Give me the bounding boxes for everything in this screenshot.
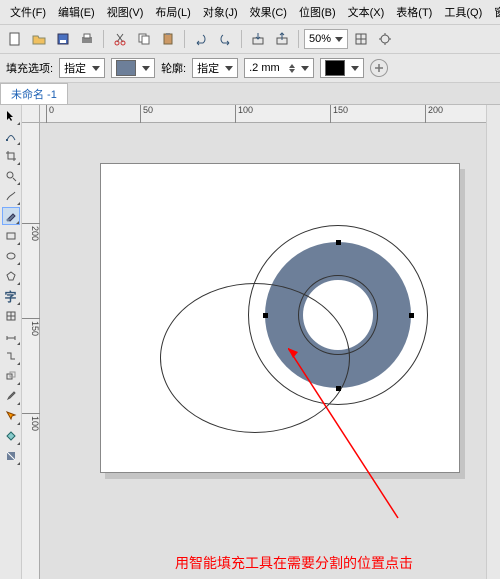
ellipse-tool[interactable] bbox=[2, 247, 20, 265]
toolbox: 字 bbox=[0, 105, 22, 579]
zoom-level[interactable]: 50% bbox=[304, 29, 348, 49]
cut-button[interactable] bbox=[109, 28, 131, 50]
outline-color-picker[interactable] bbox=[320, 58, 364, 78]
zoom-tool[interactable] bbox=[2, 167, 20, 185]
drawing-area[interactable]: 用智能填充工具在需要分割的位置点击 bbox=[40, 123, 486, 579]
eyedropper-tool[interactable] bbox=[2, 387, 20, 405]
outline-width-value: .2 mm bbox=[249, 62, 283, 74]
menu-effects[interactable]: 效果(C) bbox=[244, 2, 293, 22]
annotation-arrow bbox=[288, 348, 418, 528]
dimension-tool[interactable] bbox=[2, 327, 20, 345]
menu-view[interactable]: 视图(V) bbox=[101, 2, 150, 22]
ruler-tick: 50 bbox=[140, 105, 153, 123]
ruler-tick: 200 bbox=[425, 105, 443, 123]
interactive-fill-tool[interactable] bbox=[2, 447, 20, 465]
separator bbox=[241, 30, 242, 48]
new-button[interactable] bbox=[4, 28, 26, 50]
undo-button[interactable] bbox=[190, 28, 212, 50]
separator bbox=[298, 30, 299, 48]
redo-button[interactable] bbox=[214, 28, 236, 50]
fill-mode-dropdown[interactable]: 指定 bbox=[59, 58, 105, 78]
horizontal-ruler[interactable]: 0 50 100 150 200 250 bbox=[40, 105, 486, 123]
separator bbox=[103, 30, 104, 48]
spinner-icon bbox=[289, 64, 295, 73]
menu-window[interactable]: 窗口(W) bbox=[488, 2, 500, 22]
outline-mode-dropdown[interactable]: 指定 bbox=[192, 58, 238, 78]
fill-options-label: 填充选项: bbox=[6, 60, 53, 76]
dropdown-icon bbox=[301, 66, 309, 71]
outline-mode-value: 指定 bbox=[197, 60, 219, 76]
effects-tool[interactable] bbox=[2, 367, 20, 385]
paste-button[interactable] bbox=[157, 28, 179, 50]
menu-object[interactable]: 对象(J) bbox=[197, 2, 244, 22]
zoom-value: 50% bbox=[309, 33, 331, 45]
ruler-tick: 100 bbox=[235, 105, 253, 123]
add-preset-button[interactable] bbox=[370, 59, 388, 77]
menu-layout[interactable]: 布局(L) bbox=[149, 2, 196, 22]
pick-tool[interactable] bbox=[2, 107, 20, 125]
selection-handle[interactable] bbox=[263, 313, 268, 318]
dropdown-icon bbox=[335, 37, 343, 42]
outline-label: 轮廓: bbox=[161, 60, 186, 76]
smart-fill-tool[interactable] bbox=[2, 207, 20, 225]
print-button[interactable] bbox=[76, 28, 98, 50]
text-tool[interactable]: 字 bbox=[2, 287, 20, 305]
menu-bar: 文件(F) 编辑(E) 视图(V) 布局(L) 对象(J) 效果(C) 位图(B… bbox=[0, 0, 500, 25]
freehand-tool[interactable] bbox=[2, 187, 20, 205]
fill-mode-value: 指定 bbox=[64, 60, 86, 76]
menu-bitmap[interactable]: 位图(B) bbox=[293, 2, 342, 22]
dropdown-icon bbox=[92, 66, 100, 71]
dropdown-icon bbox=[142, 66, 150, 71]
menu-edit[interactable]: 编辑(E) bbox=[52, 2, 101, 22]
ruler-tick: 150 bbox=[330, 105, 348, 123]
import-button[interactable] bbox=[247, 28, 269, 50]
text-icon: 字 bbox=[4, 288, 16, 305]
snap-button[interactable] bbox=[350, 28, 372, 50]
menu-file[interactable]: 文件(F) bbox=[4, 2, 52, 22]
menu-table[interactable]: 表格(T) bbox=[390, 2, 438, 22]
ruler-tick: 0 bbox=[46, 105, 54, 123]
outline-tool[interactable] bbox=[2, 407, 20, 425]
menu-tools[interactable]: 工具(Q) bbox=[438, 2, 488, 22]
main-area: 字 0 50 100 150 200 250 200 150 100 bbox=[0, 105, 500, 579]
export-button[interactable] bbox=[271, 28, 293, 50]
save-button[interactable] bbox=[52, 28, 74, 50]
property-bar: 填充选项: 指定 轮廓: 指定 .2 mm bbox=[0, 54, 500, 83]
outline-color-swatch bbox=[325, 60, 345, 76]
color-palette-strip[interactable] bbox=[486, 105, 500, 579]
options-button[interactable] bbox=[374, 28, 396, 50]
standard-toolbar: 50% bbox=[0, 25, 500, 54]
selection-handle[interactable] bbox=[336, 240, 341, 245]
ruler-tick: 150 bbox=[22, 318, 40, 336]
copy-button[interactable] bbox=[133, 28, 155, 50]
dropdown-icon bbox=[351, 66, 359, 71]
outline-width-input[interactable]: .2 mm bbox=[244, 58, 314, 78]
fill-tool[interactable] bbox=[2, 427, 20, 445]
open-button[interactable] bbox=[28, 28, 50, 50]
polygon-tool[interactable] bbox=[2, 267, 20, 285]
fill-color-swatch bbox=[116, 60, 136, 76]
crop-tool[interactable] bbox=[2, 147, 20, 165]
ruler-tick: 200 bbox=[22, 223, 40, 241]
rectangle-tool[interactable] bbox=[2, 227, 20, 245]
selection-handle[interactable] bbox=[409, 313, 414, 318]
canvas-viewport: 0 50 100 150 200 250 200 150 100 bbox=[22, 105, 486, 579]
annotation-text: 用智能填充工具在需要分割的位置点击 bbox=[175, 553, 413, 573]
separator bbox=[184, 30, 185, 48]
table-tool[interactable] bbox=[2, 307, 20, 325]
ruler-origin[interactable] bbox=[22, 105, 40, 123]
dropdown-icon bbox=[225, 66, 233, 71]
fill-color-picker[interactable] bbox=[111, 58, 155, 78]
vertical-ruler[interactable]: 200 150 100 bbox=[22, 123, 40, 579]
document-tabs: 未命名 -1 bbox=[0, 83, 500, 105]
document-tab[interactable]: 未命名 -1 bbox=[0, 83, 68, 104]
shape-tool[interactable] bbox=[2, 127, 20, 145]
menu-text[interactable]: 文本(X) bbox=[342, 2, 391, 22]
connector-tool[interactable] bbox=[2, 347, 20, 365]
ruler-tick: 100 bbox=[22, 413, 40, 431]
